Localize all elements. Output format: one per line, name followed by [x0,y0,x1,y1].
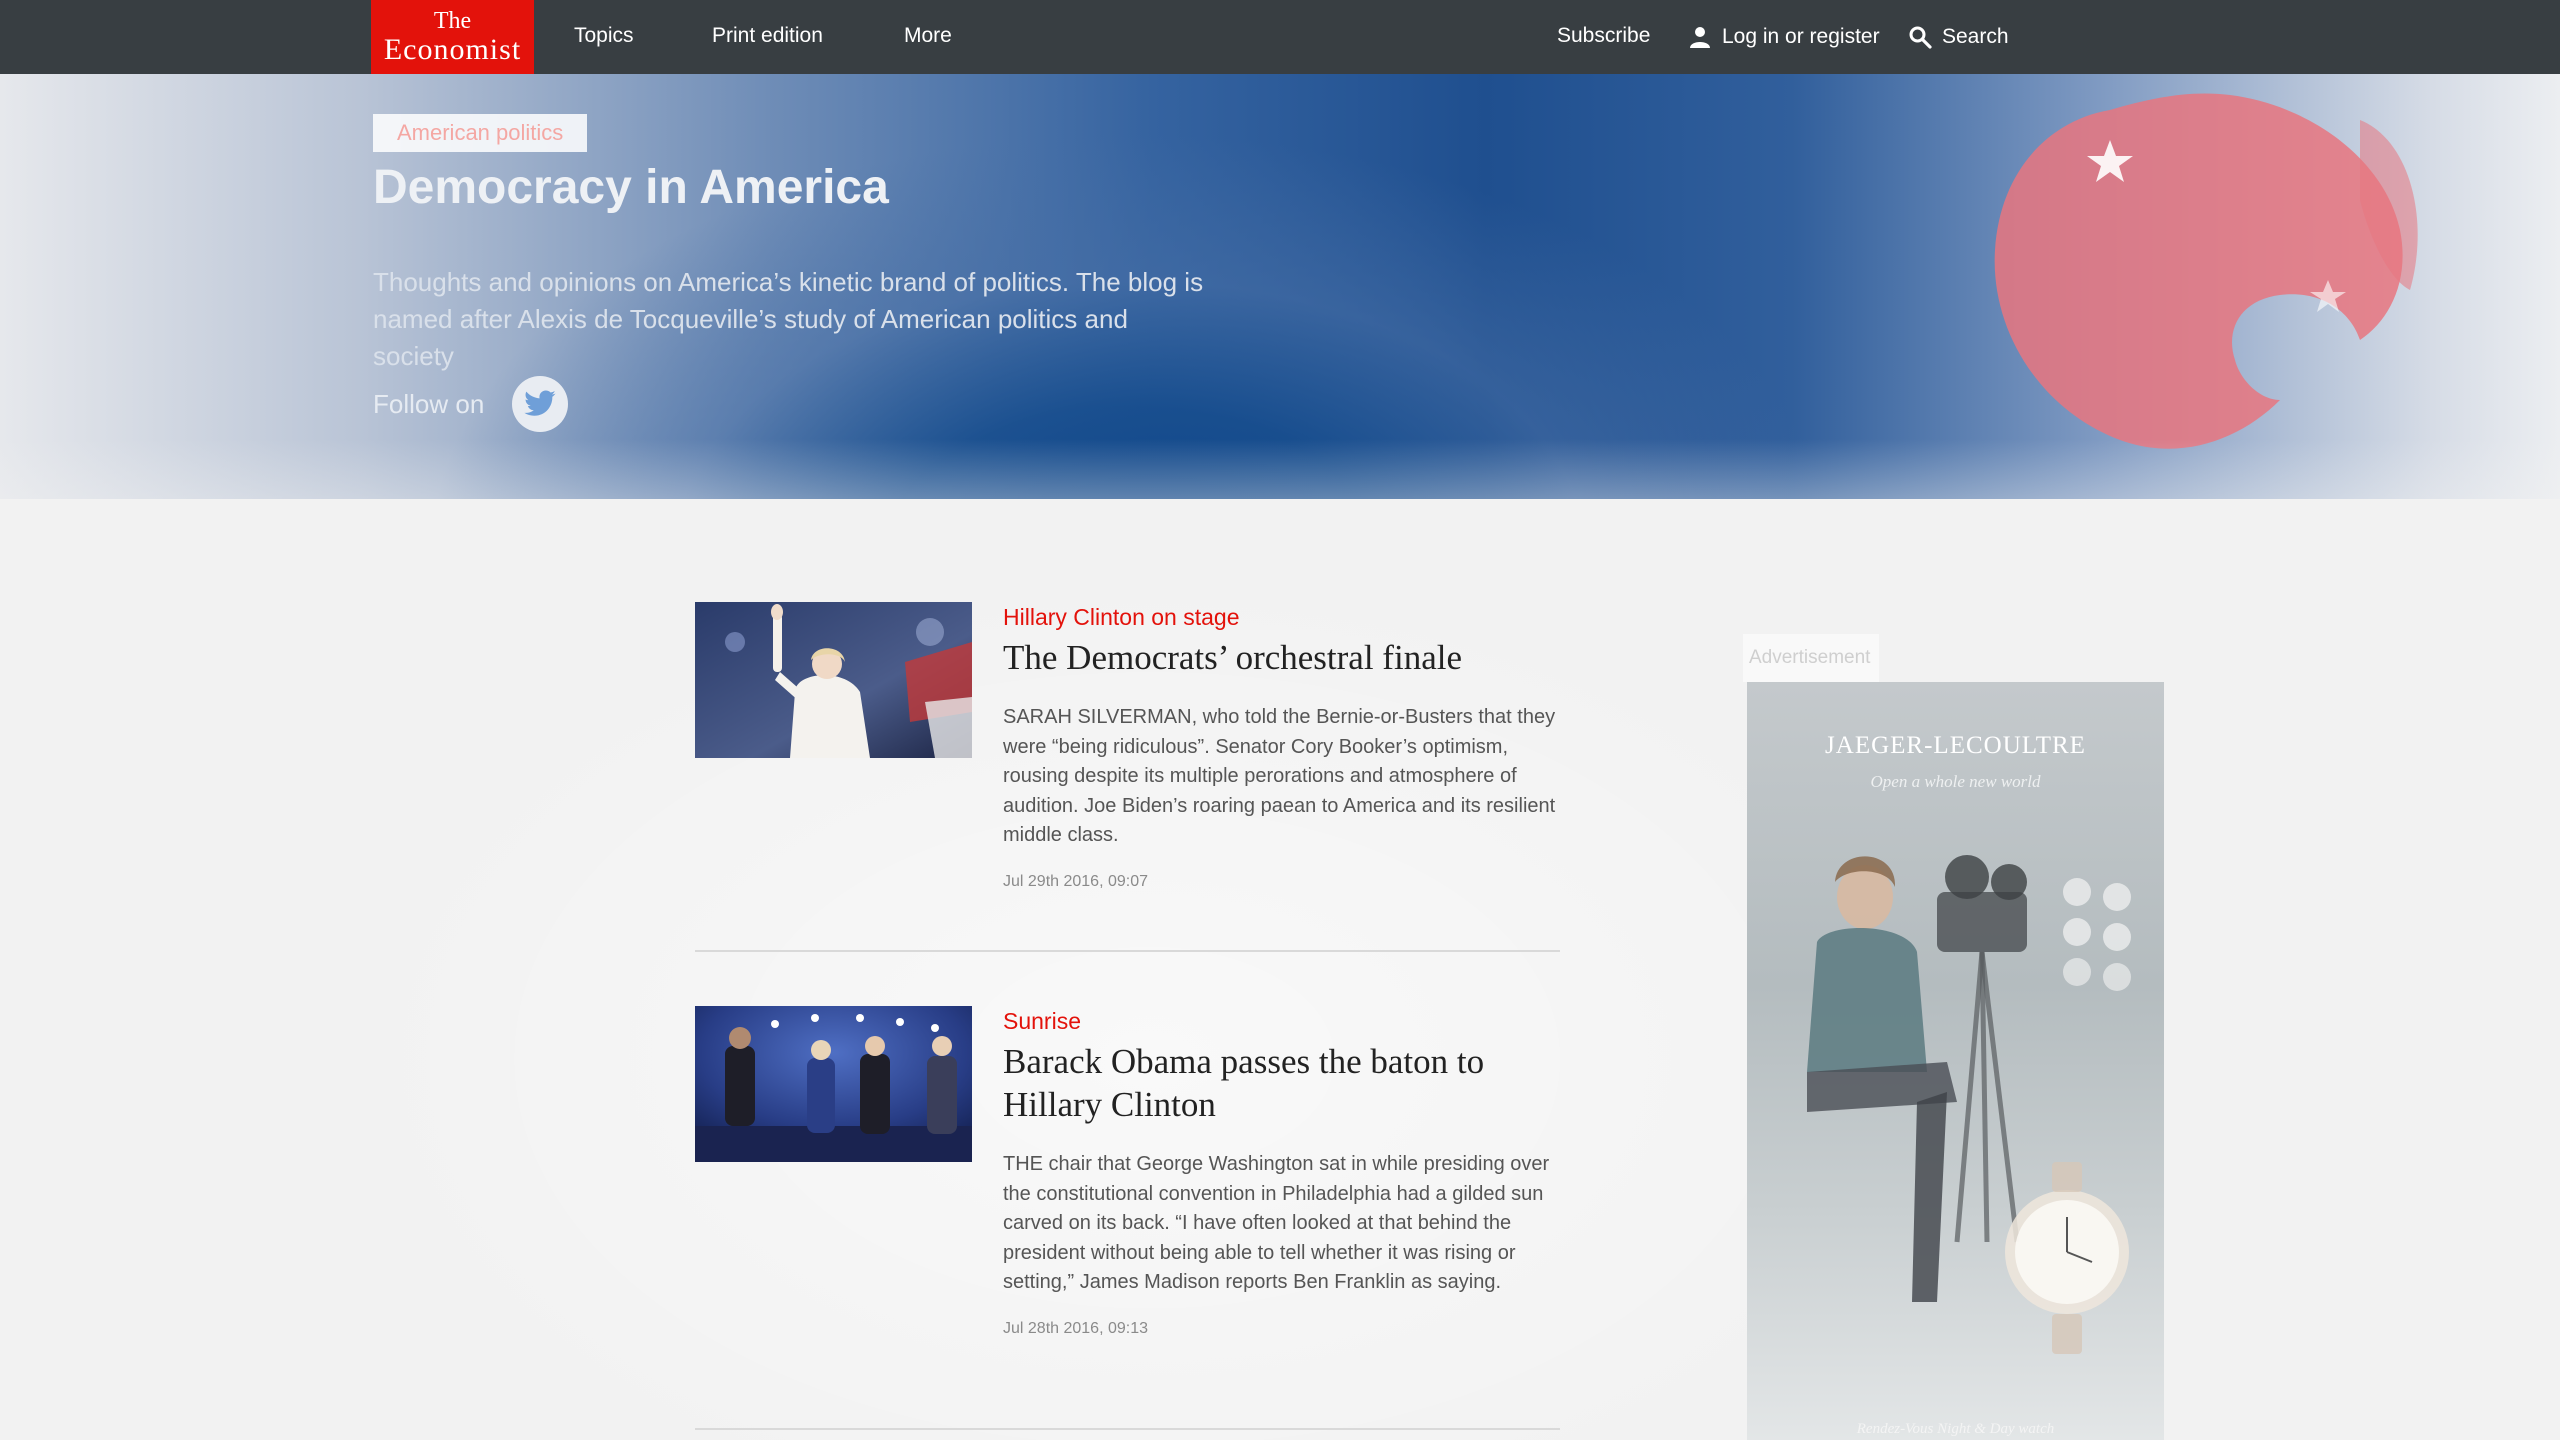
hillary-clinton-stage-image [695,602,972,758]
follow-label: Follow on [373,388,485,419]
page-title: Democracy in America [373,161,889,214]
top-navigation-bar: The Economist Topics Print edition More … [0,0,2560,74]
twitter-follow-button[interactable] [512,376,569,432]
article-kicker[interactable]: Sunrise [1003,1006,1558,1036]
blog-hero-banner: American politics Democracy in America T… [0,74,2560,499]
economist-logo[interactable]: The Economist [371,0,534,74]
article-divider [695,950,1560,952]
obama-clinton-stage-image [695,1006,972,1162]
article-headline[interactable]: The Democrats’ orchestral finale [1003,636,1558,679]
advertisement-banner[interactable]: JAEGER-LECOULTRE Open a whole new world … [1747,682,2164,1440]
article-thumbnail[interactable] [695,602,972,758]
article-summary: SARAH SILVERMAN, who told the Bernie-or-… [1003,706,1556,846]
article-divider [695,1428,1560,1430]
advertisement-label: Advertisement [1743,634,1879,682]
nav-more[interactable]: More [904,0,952,74]
article-headline[interactable]: Barack Obama passes the baton to Hillary… [1003,1040,1558,1126]
category-tag[interactable]: American politics [373,114,588,152]
article-date: Jul 29th 2016, 09:07 [1003,872,1149,890]
search-label: Search [1942,25,2009,48]
nav-subscribe[interactable]: Subscribe [1557,0,1650,74]
ad-tagline: Open a whole new world [1870,772,2041,791]
article-thumbnail[interactable] [695,1006,972,1162]
republican-elephant-illustration [1994,93,2418,449]
follow-section: Follow on [373,376,569,432]
logo-line-2: Economist [383,33,522,66]
article-date: Jul 28th 2016, 09:13 [1003,1319,1149,1337]
hero-fade [0,439,2560,499]
article-kicker[interactable]: Hillary Clinton on stage [1003,602,1558,632]
ad-artwork [1807,855,2131,1354]
user-icon [1690,27,1710,48]
blog-description: Thoughts and opinions on America’s kinet… [373,267,1204,371]
twitter-icon [524,390,556,416]
search-icon [1909,26,1932,49]
nav-print-edition[interactable]: Print edition [712,0,823,74]
nav-topics[interactable]: Topics [574,0,634,74]
ad-brand-logo: JAEGER-LECOULTRE [1825,732,2086,759]
article-text: Sunrise Barack Obama passes the baton to… [1003,1006,1558,1338]
logo-line-1: The [433,8,472,34]
ad-footer-text: Rendez-Vous Night & Day watch [1856,1421,2055,1437]
nav-login-register[interactable]: Log in or register [1688,0,1880,74]
article-summary: THE chair that George Washington sat in … [1003,1153,1550,1293]
article-text: Hillary Clinton on stage The Democrats’ … [1003,602,1558,891]
nav-search[interactable]: Search [1908,0,2009,74]
login-label: Log in or register [1722,25,1880,48]
